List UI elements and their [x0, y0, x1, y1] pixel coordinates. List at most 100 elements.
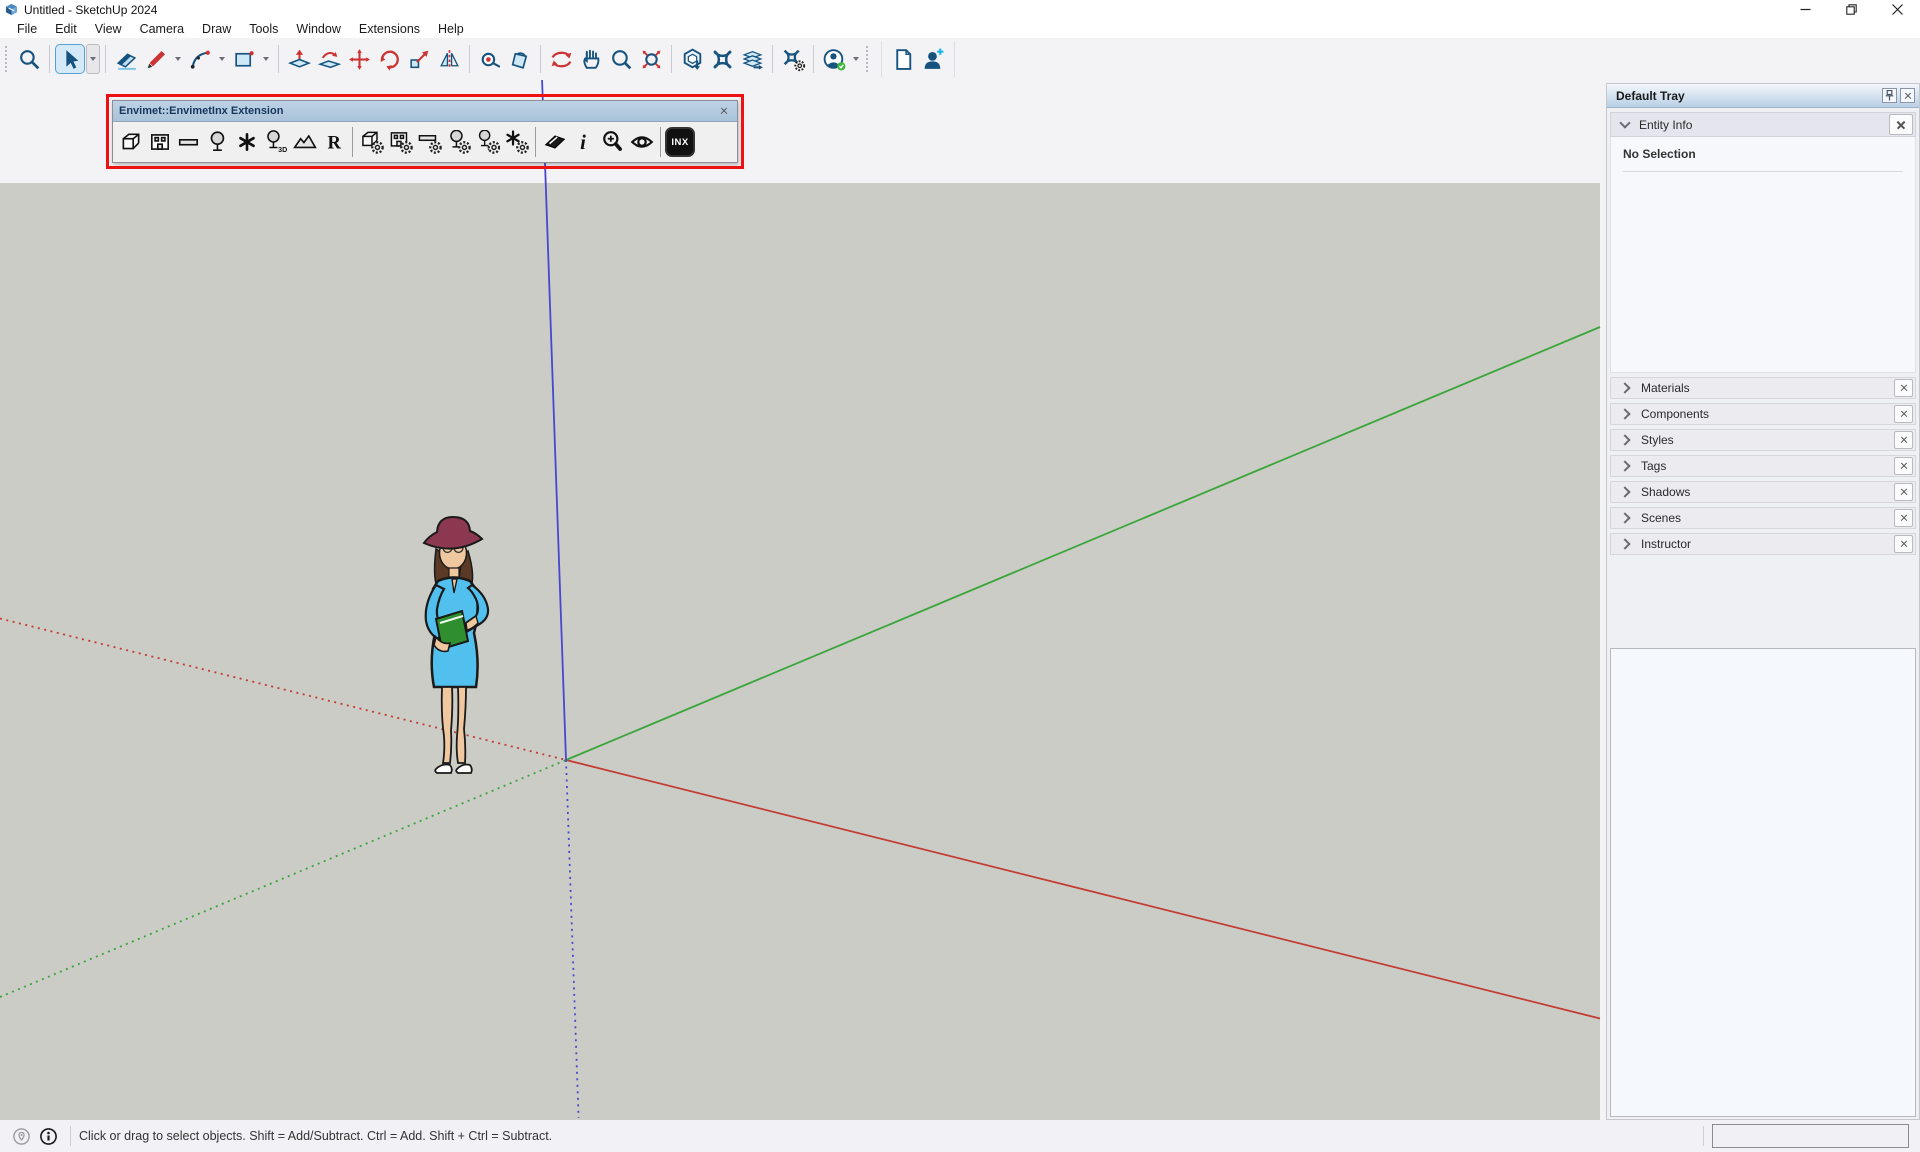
envimet-zoom-button[interactable]: [598, 124, 627, 160]
envimet-eraser-button[interactable]: [540, 124, 569, 160]
chevron-right-icon[interactable]: [1619, 382, 1630, 393]
arc-tool-button[interactable]: [185, 44, 215, 74]
shadows-close-icon[interactable]: [1894, 483, 1913, 501]
tray-section-scenes[interactable]: Scenes: [1610, 507, 1916, 529]
envimet-surface-button[interactable]: [174, 124, 203, 160]
chevron-right-icon[interactable]: [1619, 486, 1630, 497]
followme-tool-button[interactable]: [314, 44, 344, 74]
rectangle-tool-button[interactable]: [229, 44, 259, 74]
chevron-down-icon[interactable]: [1619, 117, 1630, 128]
close-window-button[interactable]: [1874, 0, 1920, 19]
chevron-right-icon[interactable]: [1619, 434, 1630, 445]
materials-close-icon[interactable]: [1894, 379, 1913, 397]
line-tool-dropdown[interactable]: [171, 44, 185, 74]
envimet-receptor-button[interactable]: R: [319, 124, 348, 160]
search-tool-button[interactable]: [14, 44, 44, 74]
send-to-layout-button[interactable]: [737, 44, 767, 74]
envimet-tree3d-edit-button[interactable]: 3D: [473, 124, 502, 160]
select-tool-button[interactable]: [55, 44, 85, 74]
new-document-button[interactable]: [888, 44, 918, 74]
toolbar-grip-2[interactable]: [866, 46, 872, 72]
envimet-terrain-button[interactable]: [290, 124, 319, 160]
help-info-icon[interactable]: [40, 1128, 57, 1145]
pan-tool-button[interactable]: [576, 44, 606, 74]
chevron-right-icon[interactable]: [1619, 512, 1630, 523]
envimet-plant-button[interactable]: [232, 124, 261, 160]
components-close-icon[interactable]: [1894, 405, 1913, 423]
scale-tool-button[interactable]: [404, 44, 434, 74]
eraser-tool-button[interactable]: [111, 44, 141, 74]
entity-info-close-icon[interactable]: [1889, 114, 1913, 135]
envimet-building-button[interactable]: [145, 124, 174, 160]
chevron-right-icon[interactable]: [1619, 538, 1630, 549]
add-collaborator-button[interactable]: [918, 44, 948, 74]
tray-section-instructor[interactable]: Instructor: [1610, 533, 1916, 555]
menu-edit[interactable]: Edit: [46, 22, 86, 36]
menu-extensions[interactable]: Extensions: [350, 22, 429, 36]
3d-warehouse-button[interactable]: [677, 44, 707, 74]
zoom-extents-tool-button[interactable]: [636, 44, 666, 74]
viewport-canvas[interactable]: [0, 183, 1600, 1120]
flip-tool-button[interactable]: [434, 44, 464, 74]
envimet-tree-button[interactable]: [203, 124, 232, 160]
tray-pin-icon[interactable]: [1882, 88, 1897, 103]
tray-section-entity-info[interactable]: Entity Info: [1610, 112, 1916, 137]
restore-button[interactable]: [1828, 0, 1874, 19]
scale-figure-person[interactable]: [406, 511, 506, 781]
tape-measure-tool-button[interactable]: [475, 44, 505, 74]
tray-close-icon[interactable]: [1900, 88, 1915, 103]
chevron-right-icon[interactable]: [1619, 460, 1630, 471]
scenes-close-icon[interactable]: [1894, 509, 1913, 527]
rotate-tool-button[interactable]: [374, 44, 404, 74]
pushpull-tool-button[interactable]: [284, 44, 314, 74]
envimet-surface-edit-button[interactable]: [415, 124, 444, 160]
menu-file[interactable]: File: [8, 22, 46, 36]
account-dropdown[interactable]: [849, 44, 863, 74]
tray-section-styles[interactable]: Styles: [1610, 429, 1916, 451]
tray-section-components[interactable]: Components: [1610, 403, 1916, 425]
menu-help[interactable]: Help: [429, 22, 473, 36]
account-button[interactable]: [819, 44, 849, 74]
move-tool-button[interactable]: [344, 44, 374, 74]
envimet-plant-edit-button[interactable]: [502, 124, 531, 160]
orbit-tool-button[interactable]: [546, 44, 576, 74]
styles-close-icon[interactable]: [1894, 431, 1913, 449]
envimet-inx-badge-button[interactable]: INX: [665, 127, 695, 157]
menu-tools[interactable]: Tools: [240, 22, 287, 36]
menu-view[interactable]: View: [86, 22, 131, 36]
minimize-button[interactable]: [1782, 0, 1828, 19]
tray-section-shadows[interactable]: Shadows: [1610, 481, 1916, 503]
envimet-toolbar-window[interactable]: Envimet::EnvimetInx Extension 3D R: [112, 100, 738, 163]
menu-draw[interactable]: Draw: [193, 22, 240, 36]
menu-camera[interactable]: Camera: [131, 22, 193, 36]
tray-header[interactable]: Default Tray: [1607, 84, 1919, 108]
instructor-close-icon[interactable]: [1894, 535, 1913, 553]
envimet-info-button[interactable]: i: [569, 124, 598, 160]
rectangle-tool-dropdown[interactable]: [259, 44, 273, 74]
select-tool-dropdown[interactable]: [86, 44, 100, 74]
tray-section-tags[interactable]: Tags: [1610, 455, 1916, 477]
envimet-view-button[interactable]: [627, 124, 656, 160]
envimet-model-3d-button[interactable]: [116, 124, 145, 160]
rectangle-icon: [232, 47, 257, 72]
envimet-model-3d-edit-button[interactable]: [357, 124, 386, 160]
paint-bucket-tool-button[interactable]: [505, 44, 535, 74]
measurements-input[interactable]: [1712, 1124, 1909, 1148]
line-tool-button[interactable]: [141, 44, 171, 74]
envimet-tree3d-button[interactable]: 3D: [261, 124, 290, 160]
envimet-building-edit-button[interactable]: [386, 124, 415, 160]
zoom-tool-button[interactable]: [606, 44, 636, 74]
tags-close-icon[interactable]: [1894, 457, 1913, 475]
tray-section-materials[interactable]: Materials: [1610, 377, 1916, 399]
chevron-right-icon[interactable]: [1619, 408, 1630, 419]
extension-manager-button[interactable]: [778, 44, 808, 74]
tape-measure-icon: [478, 47, 503, 72]
toolbar-grip[interactable]: [5, 46, 11, 72]
extension-warehouse-button[interactable]: [707, 44, 737, 74]
geolocation-icon[interactable]: [13, 1128, 30, 1145]
envimet-close-icon[interactable]: [717, 104, 731, 118]
arc-tool-dropdown[interactable]: [215, 44, 229, 74]
envimet-tree-edit-button[interactable]: [444, 124, 473, 160]
menu-window[interactable]: Window: [287, 22, 349, 36]
envimet-titlebar[interactable]: Envimet::EnvimetInx Extension: [113, 101, 737, 122]
